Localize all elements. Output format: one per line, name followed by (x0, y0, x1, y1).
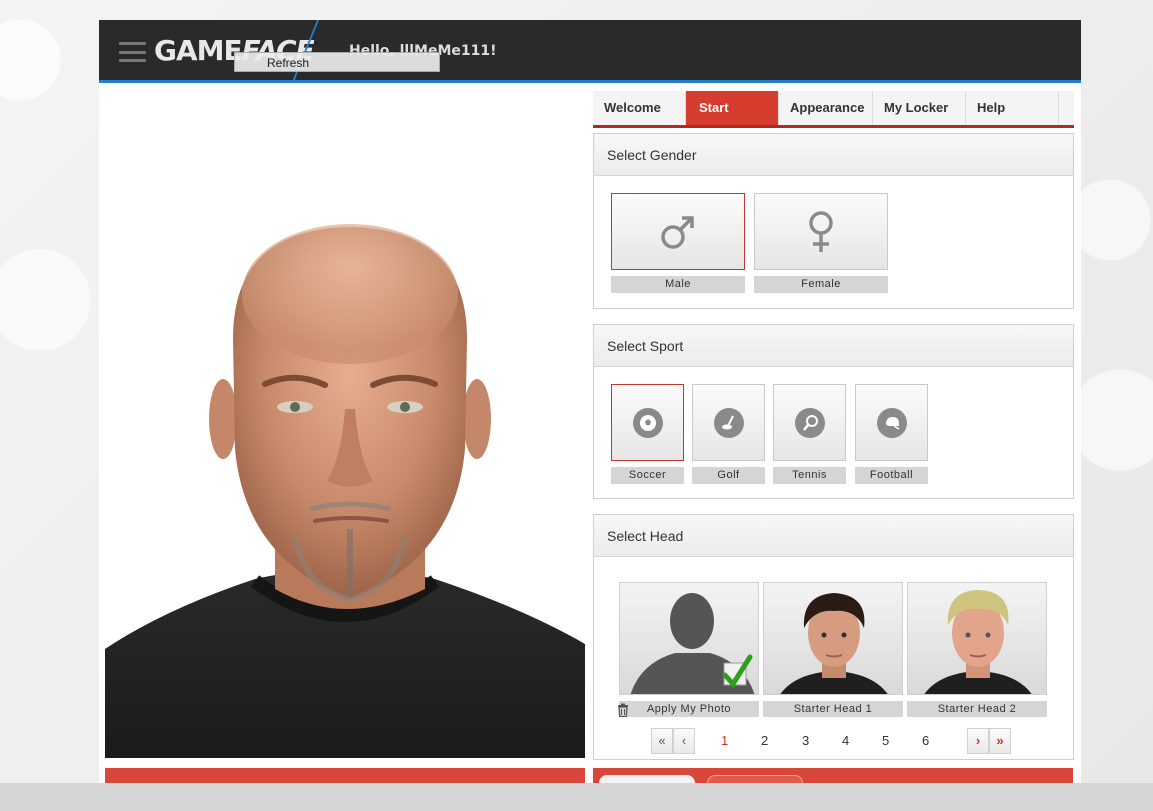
sport-label-football: Football (855, 467, 928, 484)
sport-option-soccer[interactable]: Soccer (611, 384, 684, 484)
head-label-starter-2: Starter Head 2 (907, 701, 1047, 717)
sport-option-golf[interactable]: Golf (692, 384, 765, 484)
avatar-head-render (105, 224, 585, 758)
pager-last-button[interactable]: » (989, 728, 1011, 754)
head-pager: « ‹ 1 2 3 4 5 6 › » (651, 728, 1017, 758)
pager-first-button[interactable]: « (651, 728, 673, 754)
sport-panel: Select Sport Soccer Golf Tennis Football (593, 324, 1074, 499)
head-option-starter-2[interactable]: Starter Head 2 (907, 582, 1047, 717)
my-photo-thumb (619, 582, 759, 695)
male-symbol-icon (661, 215, 694, 249)
silhouette-icon (630, 593, 755, 694)
avatar-3d-viewer[interactable] (105, 89, 585, 758)
gender-option-female[interactable]: Female (754, 193, 888, 293)
pager-page-4[interactable]: 4 (842, 733, 849, 748)
sport-label-soccer: Soccer (611, 467, 684, 484)
app-window: GAMEFACE Hello, lllMeMe111! Refresh Welc… (99, 20, 1081, 791)
gender-panel: Select Gender Male Female (593, 133, 1074, 309)
sport-panel-title: Select Sport (594, 325, 1073, 367)
football-helmet-icon (876, 407, 907, 438)
head-option-my-photo[interactable]: Apply My Photo (619, 582, 759, 717)
head-label-starter-1: Starter Head 1 (763, 701, 903, 717)
gender-option-male[interactable]: Male (611, 193, 745, 293)
logo-game: GAME (154, 34, 243, 67)
pager-page-1[interactable]: 1 (721, 733, 728, 748)
football-box (855, 384, 928, 461)
sport-option-tennis[interactable]: Tennis (773, 384, 846, 484)
head-option-starter-1[interactable]: Starter Head 1 (763, 582, 903, 717)
soccer-ball-icon (632, 407, 663, 438)
starter-head-1-thumb (763, 582, 903, 695)
female-box (754, 193, 888, 270)
trash-icon[interactable] (617, 703, 629, 717)
golf-icon (713, 407, 744, 438)
sport-option-football[interactable]: Football (855, 384, 928, 484)
head-panel: Select Head Apply My Photo Starter Head … (593, 514, 1074, 760)
head-panel-title: Select Head (594, 515, 1073, 557)
gender-panel-title: Select Gender (594, 134, 1073, 176)
pager-prev-button[interactable]: ‹ (673, 728, 695, 754)
refresh-tooltip: Refresh (234, 52, 440, 72)
hamburger-menu-icon[interactable] (119, 42, 146, 62)
male-box (611, 193, 745, 270)
golf-box (692, 384, 765, 461)
pager-page-5[interactable]: 5 (882, 733, 889, 748)
head-label-my-photo: Apply My Photo (619, 701, 759, 717)
tab-help[interactable]: Help (966, 91, 1059, 125)
female-symbol-icon (809, 210, 833, 252)
soccer-box (611, 384, 684, 461)
browser-footer-strip (0, 783, 1153, 811)
main-tabs: Welcome Start Appearance My Locker Help (593, 91, 1074, 128)
starter-head-2-thumb (907, 582, 1047, 695)
tab-my-locker[interactable]: My Locker (873, 91, 966, 125)
tab-start[interactable]: Start (686, 91, 779, 125)
sport-label-golf: Golf (692, 467, 765, 484)
pager-next-button[interactable]: › (967, 728, 989, 754)
pager-page-3[interactable]: 3 (802, 733, 809, 748)
tennis-racket-icon (794, 407, 825, 438)
pager-page-6[interactable]: 6 (922, 733, 929, 748)
sport-label-tennis: Tennis (773, 467, 846, 484)
pager-page-2[interactable]: 2 (761, 733, 768, 748)
gender-label-male: Male (611, 276, 745, 293)
top-bar: GAMEFACE Hello, lllMeMe111! Refresh (99, 20, 1081, 83)
tab-welcome[interactable]: Welcome (593, 91, 686, 125)
gender-label-female: Female (754, 276, 888, 293)
tennis-box (773, 384, 846, 461)
tab-appearance[interactable]: Appearance (779, 91, 873, 125)
